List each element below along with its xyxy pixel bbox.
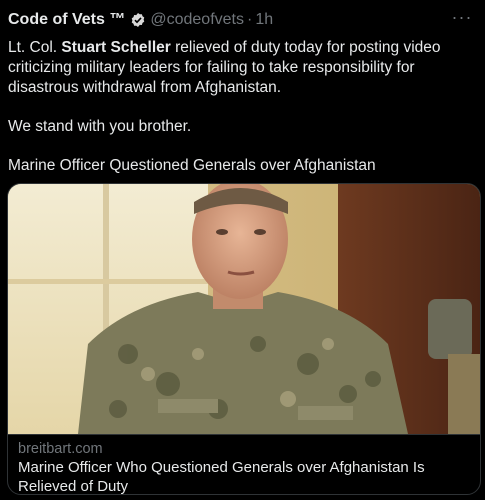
verified-badge-icon — [130, 12, 146, 28]
bold-name: Stuart Scheller — [61, 39, 171, 56]
more-options-icon[interactable]: ··· — [451, 8, 473, 30]
link-preview-meta[interactable]: breitbart.com Marine Officer Who Questio… — [8, 434, 480, 494]
text-prefix: Lt. Col. — [8, 39, 62, 56]
separator-dot: · — [246, 11, 253, 28]
link-headline[interactable]: Marine Officer Who Questioned Generals o… — [18, 458, 470, 494]
tweet-timestamp[interactable]: 1h — [255, 11, 273, 29]
link-preview-card[interactable]: breitbart.com Marine Officer Who Questio… — [7, 183, 481, 495]
tweet-paragraph-2: We stand with you brother. — [8, 118, 192, 135]
tweet[interactable]: Code of Vets ™ @codeofvets · 1h ··· Lt. … — [0, 0, 485, 500]
author-handle[interactable]: @codeofvets — [150, 11, 244, 29]
tweet-paragraph-1: Lt. Col. Stuart Scheller relieved of dut… — [8, 38, 471, 98]
tweet-header: Code of Vets ™ @codeofvets · 1h ··· — [0, 8, 485, 32]
author-name[interactable]: Code of Vets ™ — [8, 11, 125, 29]
tweet-paragraph-3: Marine Officer Questioned Generals over … — [8, 157, 376, 174]
tweet-text: Lt. Col. Stuart Scheller relieved of dut… — [0, 32, 485, 176]
link-preview-image[interactable] — [8, 184, 480, 434]
link-domain: breitbart.com — [18, 441, 103, 457]
